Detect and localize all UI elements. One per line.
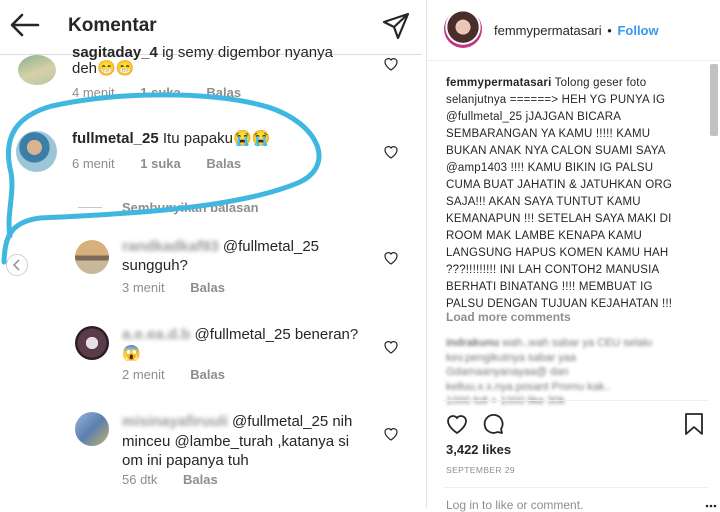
comment-text: kev.pengikutnya sabar yaa [446,351,577,364]
comment-text: ig semy digembor nyanya [162,44,333,61]
reply-username[interactable]: a.e.ea.d.b [122,326,190,343]
caption-line: LANGSUNG HAPUS KOMEN KAMU HAH [446,247,669,259]
comment-text-line2: deh😁😁 [72,60,135,77]
more-options-icon[interactable] [705,500,717,512]
caption-line: KEMANAPUN !!! SETELAH SAYA MAKI DI [446,213,672,225]
caption-line: SEMBARANGAN YA KAMU !!!!! KAMU [446,128,651,140]
reply-mention-link[interactable]: @fullmetal_25 [223,238,319,255]
caption-line: BERHATI BINATANG !!!! MEMBUAT IG [446,281,653,293]
post-date: SEPTEMBER 29 [446,465,516,475]
reply-button[interactable]: Balas [190,367,225,382]
scrollbar[interactable] [710,64,718,136]
like-heart-icon[interactable] [445,412,469,436]
like-heart-icon[interactable] [383,56,399,72]
follow-button[interactable]: Follow [617,23,658,38]
reply-item: misinayafiruuli @fullmetal_25 nih minceu… [0,412,422,492]
caption-line: ???!!!!!!!!! INI LAH CONTOH2 MANUSIA [446,264,660,276]
replies-divider [78,207,102,208]
reply-mention-link[interactable]: @lambe_turah [175,433,274,450]
bookmark-icon[interactable] [683,412,705,436]
chevron-left-icon [12,259,20,271]
reply-button[interactable]: Balas [183,472,218,487]
reply-time: 56 dtk [122,472,158,487]
comment-text: kelluu.x.x.nya.posant Promu kak.. [446,380,611,393]
reply-username[interactable]: randkadkaf93 [122,238,219,255]
blurred-comments: indrakunu wah..wah sabar ya CEU selalu k… [446,336,706,409]
login-prompt[interactable]: Log in to like or comment. [446,498,583,512]
caption-line: ROOM MAK LAMBE KENAPA KAMU [446,230,643,242]
reply-text: sungguh? [122,257,188,274]
comment-username[interactable]: fullmetal_25 [72,130,159,147]
reply-button[interactable]: Balas [206,85,241,100]
like-heart-icon[interactable] [383,144,399,160]
avatar [18,55,56,85]
comment-item: sagitaday_4 ig semy digembor nyanya deh😁… [0,44,422,105]
like-heart-icon[interactable] [383,250,399,266]
reply-username[interactable]: misinayafiruuli [122,413,228,430]
comment-text: Itu papaku😭😭 [162,130,271,147]
reply-text: beneran? [294,326,359,343]
like-heart-icon[interactable] [383,339,399,355]
footer-divider [443,487,709,488]
caption-line: selanjutnya ======> HEH YG PUNYA IG [446,94,666,106]
reply-mention-link[interactable]: @fullmetal_25 [195,326,291,343]
caption-line: @fullmetal_25 jJAJGAN BICARA [446,111,622,123]
comment-item: fullmetal_25 Itu papaku😭😭 6 menit 1 suka… [0,126,422,176]
reply-text: nih [332,413,353,430]
reply-emoji: 😱 [122,345,141,362]
likes-count[interactable]: 3,422 likes [446,442,511,457]
back-arrow-icon[interactable] [10,13,40,37]
send-direct-icon[interactable] [382,12,410,40]
reply-mention-link[interactable]: @fullmetal_25 [232,413,328,430]
reply-time: 2 menit [122,367,165,382]
caption-line: CUMA BUAT JAHATIN & JATUHKAN ORG [446,179,672,191]
avatar [75,412,109,446]
caption-line: Tolong geser foto [551,77,647,89]
comment-time: 6 menit [72,156,115,171]
reply-text-line3: om ini papanya tuh [122,452,249,469]
post-header: femmypermatasari • Follow [427,0,720,61]
avatar [75,326,109,360]
reply-item: a.e.ea.d.b @fullmetal_25 beneran? 😱 2 me… [0,324,422,384]
reply-text-line2b: ,katanya si [277,433,350,450]
reply-item: randkadkaf93 @fullmetal_25 sungguh? 3 me… [0,236,422,296]
caption-username[interactable]: femmypermatasari [446,77,551,89]
comment-username[interactable]: indrakunu [446,337,499,349]
post-caption: femmypermatasari Tolong geser foto selan… [446,75,716,313]
actions-divider [443,400,709,401]
comment-bubble-icon[interactable] [481,412,505,436]
caption-line: @amp1403 !!!! KAMU BIKIN IG PALSU [446,162,654,174]
caption-line: BUKAN ANAK NYA CALON SUAMI SAYA [446,145,666,157]
profile-avatar[interactable] [444,10,482,48]
caption-line: SAJA!!! AKAN SAYA TUNTUT KAMU [446,196,641,208]
like-heart-icon[interactable] [383,426,399,442]
avatar [75,240,109,274]
page-title: Komentar [68,15,157,36]
post-panel: femmypermatasari • Follow femmypermatasa… [426,0,720,512]
reply-time: 3 menit [122,280,165,295]
separator-dot: • [607,23,612,38]
comment-likes[interactable]: 1 suka [140,85,180,100]
comment-likes[interactable]: 1 suka [140,156,180,171]
reply-button[interactable]: Balas [190,280,225,295]
comment-text: 1000 foll + 1000 like 30k [446,395,565,407]
load-more-comments-button[interactable]: Load more comments [446,310,571,324]
hide-replies-button[interactable]: Sembunyikan balasan [122,200,259,215]
reply-button[interactable]: Balas [206,156,241,171]
reply-text-line2: minceu [122,433,171,450]
comment-text: Gdamaanyanayaa@ dan [446,366,569,378]
comments-panel: Komentar sagitaday_4 ig semy digembor ny… [0,0,422,509]
comment-time: 4 menit [72,85,115,100]
comment-text: wah..wah sabar ya CEU selalu [502,337,653,349]
carousel-prev-button[interactable] [6,254,28,276]
post-username[interactable]: femmypermatasari [494,23,602,38]
avatar [16,131,57,172]
